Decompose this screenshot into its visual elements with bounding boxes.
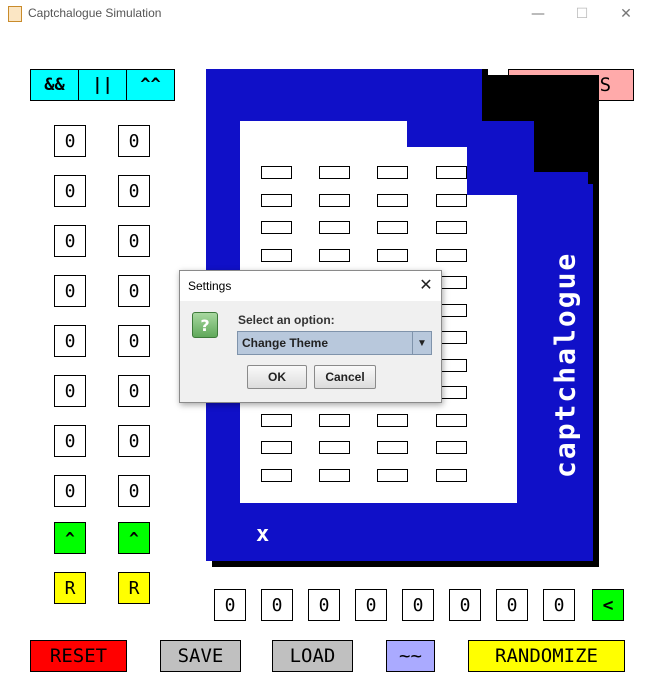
left-bit-cell[interactable]: 0 xyxy=(54,325,86,357)
left-reverse-button[interactable]: R xyxy=(54,572,86,604)
punch-slot xyxy=(377,441,408,454)
right-bit-cell[interactable]: 0 xyxy=(118,125,150,157)
left-bit-cell[interactable]: 0 xyxy=(54,375,86,407)
punch-slot xyxy=(261,468,292,482)
left-bit-cell[interactable]: 0 xyxy=(54,475,86,507)
bottom-bit-cell[interactable]: 0 xyxy=(449,589,481,621)
punch-slot xyxy=(319,413,350,427)
close-button[interactable]: ✕ xyxy=(614,4,638,24)
minimize-button[interactable]: — xyxy=(526,4,550,24)
left-bit-cell[interactable]: 0 xyxy=(54,425,86,457)
punch-slot xyxy=(377,166,408,179)
punch-slot xyxy=(377,193,408,207)
bottom-bit-cell[interactable]: 0 xyxy=(261,589,293,621)
right-bit-cell[interactable]: 0 xyxy=(118,175,150,207)
right-bit-cell[interactable]: 0 xyxy=(118,325,150,357)
left-shift-up-button[interactable]: ^ xyxy=(54,522,86,554)
right-bit-cell[interactable]: 0 xyxy=(118,375,150,407)
card-edge-shadow xyxy=(482,69,488,121)
punch-slot xyxy=(436,468,467,482)
punch-slot xyxy=(261,413,292,427)
dialog-title: Settings xyxy=(188,279,232,293)
left-bit-cell[interactable]: 0 xyxy=(54,125,86,157)
punch-area-step xyxy=(467,195,517,503)
bottom-bit-cell[interactable]: 0 xyxy=(214,589,246,621)
punch-slot xyxy=(377,248,408,262)
punch-slot xyxy=(377,468,408,482)
logic-operator-bar: && || ^^ xyxy=(30,69,175,101)
select-option-label: Select an option: xyxy=(238,313,335,327)
right-bit-cell[interactable]: 0 xyxy=(118,425,150,457)
punch-slot xyxy=(261,248,292,262)
captchalogue-label: captchalogue xyxy=(548,251,582,479)
left-bit-cell[interactable]: 0 xyxy=(54,175,86,207)
right-bit-cell[interactable]: 0 xyxy=(118,275,150,307)
save-button[interactable]: SAVE xyxy=(160,640,241,672)
punch-slot xyxy=(436,413,467,427)
punch-slot xyxy=(261,221,292,234)
option-dropdown[interactable]: Change Theme ▼ xyxy=(237,331,432,355)
punch-slot xyxy=(377,221,408,234)
punch-slot xyxy=(436,441,467,454)
bottom-bit-cell[interactable]: 0 xyxy=(496,589,528,621)
settings-dialog: Settings ✕ ? Select an option: Change Th… xyxy=(179,270,442,403)
question-icon: ? xyxy=(192,312,218,338)
right-bit-cell[interactable]: 0 xyxy=(118,225,150,257)
window-title: Captchalogue Simulation xyxy=(28,6,162,20)
punch-slot xyxy=(319,221,350,234)
punch-slot xyxy=(436,221,467,234)
punch-slot xyxy=(319,166,350,179)
dropdown-selected-value: Change Theme xyxy=(242,336,329,350)
java-app-icon xyxy=(8,6,22,22)
punch-slot xyxy=(319,468,350,482)
card-x-mark: x xyxy=(256,522,270,547)
cancel-button[interactable]: Cancel xyxy=(314,365,376,389)
reset-button[interactable]: RESET xyxy=(30,640,127,672)
left-bit-cell[interactable]: 0 xyxy=(54,275,86,307)
punch-slot xyxy=(436,248,467,262)
punch-slot xyxy=(377,413,408,427)
or-operator-button[interactable]: || xyxy=(79,70,127,100)
punch-slot xyxy=(261,193,292,207)
right-reverse-button[interactable]: R xyxy=(118,572,150,604)
dialog-close-icon[interactable]: ✕ xyxy=(416,275,436,295)
maximize-button[interactable]: ☐ xyxy=(570,4,594,24)
bottom-bit-cell[interactable]: 0 xyxy=(308,589,340,621)
bottom-bit-cell[interactable]: 0 xyxy=(543,589,575,621)
randomize-button[interactable]: RANDOMIZE xyxy=(468,640,625,672)
punch-slot xyxy=(319,193,350,207)
card-edge-shadow xyxy=(534,121,540,172)
right-shift-up-button[interactable]: ^ xyxy=(118,522,150,554)
bottom-bit-cell[interactable]: 0 xyxy=(355,589,387,621)
left-bit-cell[interactable]: 0 xyxy=(54,225,86,257)
tilde-button[interactable]: ~~ xyxy=(386,640,435,672)
xor-operator-button[interactable]: ^^ xyxy=(127,70,174,100)
load-button[interactable]: LOAD xyxy=(272,640,353,672)
chevron-down-icon[interactable]: ▼ xyxy=(412,332,431,354)
punch-slot xyxy=(261,441,292,454)
bottom-bit-cell[interactable]: 0 xyxy=(402,589,434,621)
punch-slot xyxy=(436,166,467,179)
ok-button[interactable]: OK xyxy=(247,365,307,389)
shift-left-button[interactable]: < xyxy=(592,589,624,621)
card-edge-shadow xyxy=(588,172,593,184)
punch-slot xyxy=(436,193,467,207)
right-bit-cell[interactable]: 0 xyxy=(118,475,150,507)
punch-slot xyxy=(319,441,350,454)
punch-slot xyxy=(261,166,292,179)
punch-slot xyxy=(319,248,350,262)
and-operator-button[interactable]: && xyxy=(31,70,79,100)
